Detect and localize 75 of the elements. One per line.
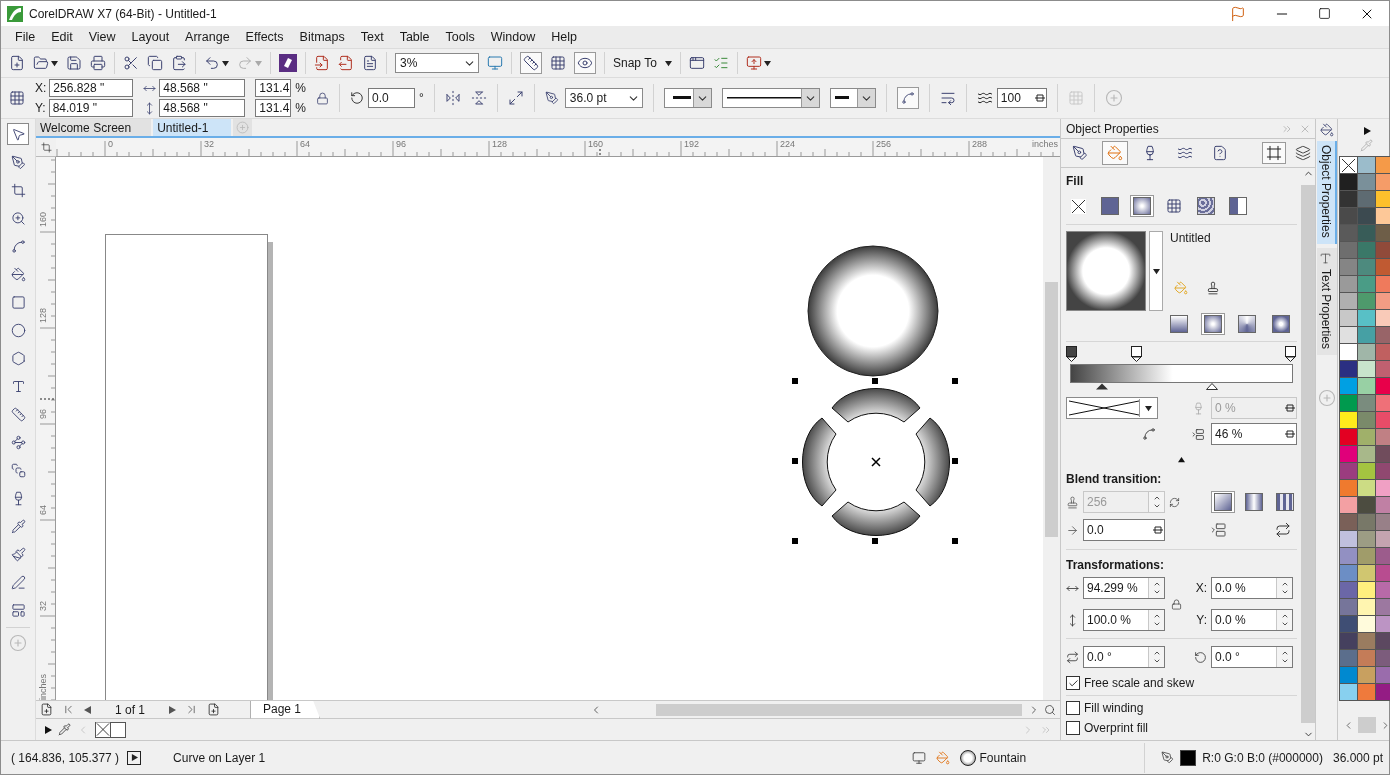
menu-item[interactable]: Bitmaps (291, 30, 353, 44)
ruler-label: 64 (300, 140, 310, 149)
outline-width: 36.000 pt (1332, 750, 1383, 765)
fill-name: Untitled (1170, 231, 1212, 245)
menu-item[interactable]: Tools (437, 30, 483, 44)
checkbox-label: Free scale and skew (1084, 676, 1195, 690)
menu-item[interactable]: Arrange (177, 30, 238, 44)
section-title: Fill (1066, 174, 1085, 188)
fill-y-field[interactable]: 0.0 % (1211, 609, 1293, 631)
menu-item[interactable]: Layout (123, 30, 178, 44)
y-position-field[interactable]: 84.019 " (48, 99, 133, 117)
degree-label: ° (419, 91, 424, 105)
ruler-unit: inches (39, 674, 48, 700)
rotation-field[interactable]: 0.0 ° (1211, 646, 1293, 668)
ruler-label: 192 (684, 140, 700, 149)
ruler-label: 256 (876, 140, 892, 149)
ruler-label: 224 (780, 140, 796, 149)
page-tab[interactable]: Page 1 (250, 700, 321, 719)
fill-width-field[interactable]: 94.299 % (1083, 577, 1165, 599)
section-title: Blend transition: (1066, 472, 1163, 486)
menu-item[interactable]: Text (352, 30, 392, 44)
scale-x-field[interactable]: 131.4 (255, 79, 292, 97)
width-field[interactable]: 48.568 " (159, 79, 246, 97)
ruler-unit: inches (1032, 140, 1058, 149)
midpoint-field[interactable]: 46 % (1211, 423, 1297, 445)
ruler-label: 128 (492, 140, 508, 149)
ruler-label: 96 (39, 409, 48, 419)
zoom-combo[interactable]: 3% (395, 53, 479, 73)
skew-field[interactable]: 0.0 ° (1083, 646, 1165, 668)
ruler-label: 160 (39, 211, 48, 227)
rotation-field[interactable]: 0.0 (368, 88, 415, 108)
x-label: X: (35, 81, 47, 95)
ruler-label: 128 (39, 307, 48, 323)
checkbox-label: Fill winding (1084, 701, 1144, 715)
menu-item[interactable]: Help (543, 30, 585, 44)
menu-item[interactable]: Effects (237, 30, 292, 44)
ruler-label: 64 (39, 505, 48, 515)
ruler-label: 32 (204, 140, 214, 149)
object-info: Curve on Layer 1 (173, 750, 266, 765)
menu-item[interactable]: File (7, 30, 44, 44)
menu-item[interactable]: Edit (43, 30, 81, 44)
ruler-label: 288 (972, 140, 988, 149)
section-title: Transformations: (1066, 558, 1165, 572)
smoothing-field[interactable]: 100 (996, 88, 1047, 108)
window-title: CorelDRAW X7 (64-Bit) - Untitled-1 (29, 6, 218, 21)
ruler-label: 32 (39, 601, 48, 611)
percent-label: % (295, 81, 306, 95)
height-field[interactable]: 48.568 " (159, 99, 246, 117)
y-label: Y: (35, 101, 46, 115)
ruler-label: 160 (588, 140, 604, 149)
document-tab[interactable]: Untitled-1 (153, 119, 231, 136)
ruler-label: 0 (108, 140, 113, 149)
menu-item[interactable]: Table (391, 30, 438, 44)
docker-tab[interactable]: Object Properties (1316, 141, 1337, 244)
scale-y-field[interactable]: 131.4 (255, 99, 292, 117)
acceleration-field[interactable]: 0.0 (1083, 519, 1165, 541)
page-counter: 1 of 1 (114, 702, 147, 717)
docker-tab[interactable]: Text Properties (1316, 247, 1337, 355)
menu-item[interactable]: View (80, 30, 124, 44)
fill-height-field[interactable]: 100.0 % (1083, 609, 1165, 631)
snap-to-menu[interactable]: Snap To (613, 56, 672, 70)
outline-color: R:0 G:0 B:0 (#000000) (1202, 750, 1323, 765)
document-tab[interactable]: Welcome Screen (36, 119, 152, 136)
cursor-coordinates: ( 164.836, 105.377 ) (11, 750, 120, 765)
fill-info: Fountain (979, 750, 1027, 765)
fill-x-field[interactable]: 0.0 % (1211, 577, 1293, 599)
docker-title: Object Properties (1066, 121, 1159, 136)
x-label: X: (1195, 581, 1207, 595)
ruler-label: 96 (396, 140, 406, 149)
menu-item[interactable]: Window (482, 30, 544, 44)
y-label: Y: (1196, 613, 1207, 627)
x-position-field[interactable]: 256.828 " (49, 79, 134, 97)
outline-width-combo[interactable]: 36.0 pt (564, 88, 643, 108)
percent-label: % (295, 101, 306, 115)
checkbox-label: Overprint fill (1084, 721, 1148, 735)
